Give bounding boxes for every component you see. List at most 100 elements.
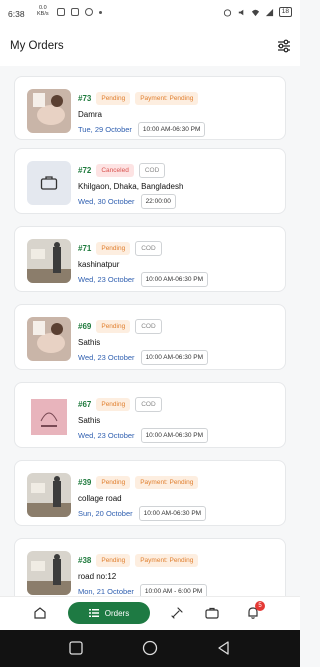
order-header-row: #71 Pending COD [78, 241, 279, 256]
order-header-row: #67 Pending COD [78, 397, 279, 412]
briefcase-icon [40, 176, 58, 190]
nav-orders-label: Orders [104, 608, 130, 618]
mute-icon [238, 9, 244, 15]
order-time-slot: 10:00 AM-06:30 PM [140, 272, 209, 287]
order-date: Sun, 20 October [78, 509, 133, 518]
payment-badge: Payment: Pending [135, 554, 199, 567]
order-time-slot: 10:00 AM-06:30 PM [140, 350, 209, 365]
service-photo [27, 89, 71, 133]
order-schedule-row: Wed, 23 October 10:00 AM-06:30 PM [78, 272, 279, 287]
service-photo [27, 239, 71, 283]
status-badge: Pending [96, 476, 131, 489]
briefcase-placeholder [27, 161, 71, 205]
app-header: My Orders [0, 26, 300, 66]
order-thumbnail [27, 395, 71, 439]
order-date: Wed, 23 October [78, 353, 135, 362]
filter-icon[interactable] [276, 38, 292, 54]
order-id: #69 [78, 322, 92, 331]
order-details: #73 Pending Payment: Pending Damra Tue, 29 O… [78, 91, 279, 137]
nav-orders-button[interactable]: Orders [68, 602, 150, 624]
more-dot-icon [99, 11, 102, 14]
order-time-slot: 10:00 AM-06:30 PM [138, 506, 207, 521]
service-photo [27, 317, 71, 361]
order-card[interactable]: #72 Canceled COD Khilgaon, Dhaka, Banglades… [14, 148, 286, 214]
status-badge: Pending [96, 398, 131, 411]
network-speed-unit: KB/s [37, 11, 49, 17]
order-id: #72 [78, 166, 92, 175]
status-bar: 6:38 0.0 KB/s 18 [0, 0, 300, 26]
order-details: #71 Pending COD kashinatpur Wed, 23 October 1… [78, 241, 279, 287]
recent-apps-icon[interactable] [68, 640, 84, 656]
order-schedule-row: Tue, 29 October 10:00 AM-06:30 PM [78, 122, 279, 137]
notifications-button[interactable]: 5 [245, 601, 265, 621]
order-thumbnail [27, 161, 71, 205]
page-title: My Orders [10, 40, 64, 52]
notification-count-badge: 5 [255, 601, 265, 611]
cod-badge: COD [135, 241, 162, 256]
order-details: #67 Pending COD Sathis Wed, 23 October 10:00 … [78, 397, 279, 443]
order-date: Tue, 29 October [78, 125, 132, 134]
status-badge: Pending [96, 320, 131, 333]
order-time-slot: 10:00 AM-06:30 PM [137, 122, 206, 137]
notification-icon [71, 8, 79, 16]
order-time-slot: 22:00:00 [140, 194, 176, 209]
order-header-row: #72 Canceled COD [78, 163, 279, 178]
bottom-nav: Orders 5 [0, 596, 300, 630]
order-schedule-row: Wed, 30 October 22:00:00 [78, 194, 279, 209]
status-badge: Canceled [96, 164, 134, 177]
order-header-row: #73 Pending Payment: Pending [78, 91, 279, 106]
order-card[interactable]: #67 Pending COD Sathis Wed, 23 October 10:00 … [14, 382, 286, 448]
order-date: Wed, 30 October [78, 197, 135, 206]
order-address: collage road [78, 494, 122, 503]
status-badge: Pending [96, 554, 131, 567]
cod-badge: COD [138, 163, 166, 178]
order-details: #38 Pending Payment: Pending road no:12 Mon,… [78, 553, 279, 596]
orders-list[interactable]: #73 Pending Payment: Pending Damra Tue, 29 O… [0, 66, 300, 596]
back-icon[interactable] [216, 640, 232, 656]
order-thumbnail [27, 317, 71, 361]
order-address: Sathis [78, 338, 101, 347]
status-badge: Pending [96, 242, 131, 255]
system-icons: 18 [223, 7, 292, 17]
order-schedule-row: Sun, 20 October 10:00 AM-06:30 PM [78, 506, 279, 521]
orders-list-icon [88, 609, 99, 617]
order-card[interactable]: #69 Pending COD Sathis Wed, 23 October 10:00 … [14, 304, 286, 370]
order-id: #71 [78, 244, 92, 253]
order-address: road no:12 [78, 572, 117, 581]
order-card[interactable]: #38 Pending Payment: Pending road no:12 Mon,… [14, 538, 286, 596]
tools-icon[interactable] [169, 605, 185, 621]
order-schedule-row: Wed, 23 October 10:00 AM-06:30 PM [78, 350, 279, 365]
order-header-row: #38 Pending Payment: Pending [78, 553, 279, 568]
order-details: #69 Pending COD Sathis Wed, 23 October 10:00 … [78, 319, 279, 365]
order-address: Khilgaon, Dhaka, Bangladesh [78, 182, 184, 191]
order-card[interactable]: #71 Pending COD kashinatpur Wed, 23 October 1… [14, 226, 286, 292]
notification-icon [57, 8, 65, 16]
order-time-slot: 10:00 AM-06:30 PM [140, 428, 209, 443]
order-thumbnail [27, 473, 71, 517]
order-id: #39 [78, 478, 92, 487]
order-id: #73 [78, 94, 92, 103]
system-nav-bar [0, 630, 300, 667]
order-card[interactable]: #73 Pending Payment: Pending Damra Tue, 29 O… [14, 76, 286, 140]
battery-indicator: 18 [278, 7, 292, 17]
order-address: Damra [78, 110, 103, 119]
network-speed: 0.0 KB/s [37, 5, 49, 17]
order-date: Wed, 23 October [78, 275, 135, 284]
payment-badge: Payment: Pending [135, 92, 199, 105]
order-header-row: #39 Pending Payment: Pending [78, 475, 279, 490]
order-header-row: #69 Pending COD [78, 319, 279, 334]
home-button-icon[interactable] [142, 640, 158, 656]
clock: 6:38 [8, 9, 25, 19]
briefcase-icon[interactable] [204, 605, 220, 621]
order-address: kashinatpur [78, 260, 120, 269]
payment-badge: Payment: Pending [135, 476, 199, 489]
order-details: #39 Pending Payment: Pending collage road Su… [78, 475, 279, 521]
order-details: #72 Canceled COD Khilgaon, Dhaka, Banglades… [78, 163, 279, 209]
order-card[interactable]: #39 Pending Payment: Pending collage road Su… [14, 460, 286, 526]
service-photo [27, 551, 71, 595]
order-thumbnail [27, 551, 71, 595]
service-photo [27, 473, 71, 517]
home-icon[interactable] [32, 605, 48, 621]
notification-icons [57, 8, 102, 16]
order-id: #38 [78, 556, 92, 565]
